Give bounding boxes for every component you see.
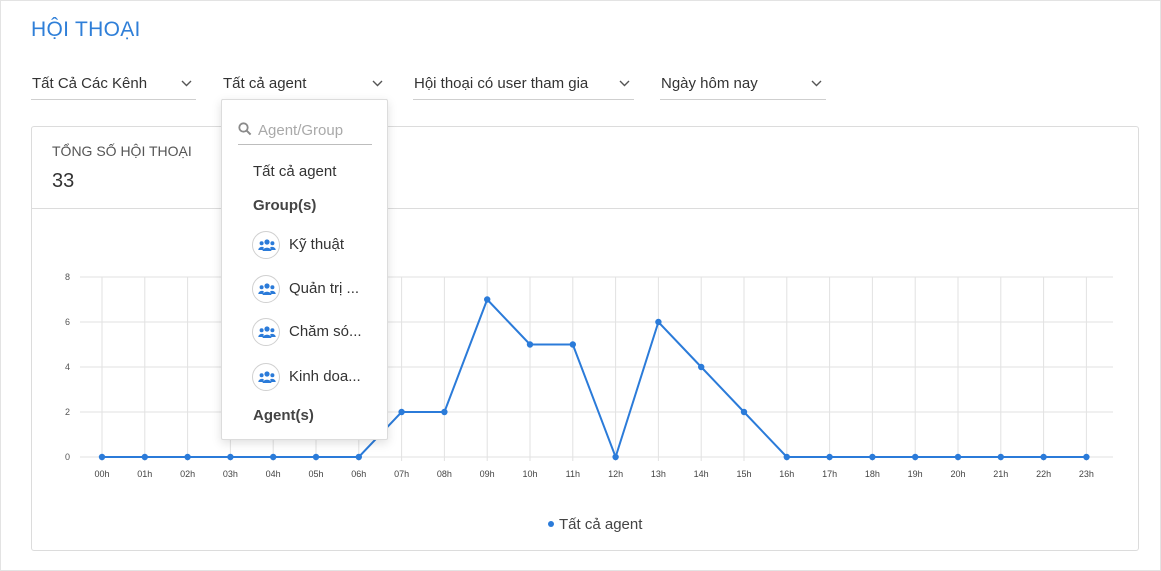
group-icon [252,275,280,303]
group-label: Quản trị ... [289,280,360,297]
agent-dropdown-menu: Tất cả agent Group(s) Kỹ thuật Quản trị … [221,99,388,440]
page-title: HỘI THOẠI [31,18,141,41]
total-conversations-value: 33 [52,170,75,192]
group-icon [252,363,280,391]
total-conversations-label: TỔNG SỐ HỘI THOẠI [52,143,192,159]
legend-marker [548,521,554,528]
group-icon [252,318,280,346]
all-agents-option[interactable]: Tất cả agent [253,163,336,180]
group-option-ky-thuat[interactable]: Kỹ thuật [252,230,382,260]
chart-legend[interactable]: Tất cả agent [548,516,642,533]
groups-heading: Group(s) [253,197,317,214]
chevron-down-icon [619,80,630,87]
legend-label: Tất cả agent [559,516,643,533]
date-range-filter[interactable]: Ngày hôm nay [660,70,826,100]
agent-search-box [238,117,372,145]
group-label: Chăm só... [289,323,362,340]
channel-filter-value: Tất Cả Các Kênh [32,75,148,92]
group-label: Kỹ thuật [289,236,345,253]
agent-filter[interactable]: Tất cả agent [222,70,387,100]
date-range-filter-value: Ngày hôm nay [661,75,758,92]
chevron-down-icon [811,80,822,87]
chevron-down-icon [372,80,383,87]
group-option-kinh-doanh[interactable]: Kinh doa... [252,362,382,392]
conversation-type-filter[interactable]: Hội thoại có user tham gia [413,70,634,100]
search-icon [238,122,252,136]
conversation-type-filter-value: Hội thoại có user tham gia [414,75,589,92]
chevron-down-icon [181,80,192,87]
channel-filter[interactable]: Tất Cả Các Kênh [31,70,196,100]
group-option-quan-tri[interactable]: Quản trị ... [252,274,382,304]
card-header: TỔNG SỐ HỘI THOẠI 33 [32,127,1138,209]
agent-search-input[interactable] [258,119,370,141]
agent-filter-value: Tất cả agent [223,75,307,92]
conversation-chart-card: TỔNG SỐ HỘI THOẠI 33 [31,126,1139,551]
agents-heading: Agent(s) [253,407,314,424]
group-label: Kinh doa... [289,368,361,385]
group-icon [252,231,280,259]
group-option-cham-soc[interactable]: Chăm só... [252,317,382,347]
